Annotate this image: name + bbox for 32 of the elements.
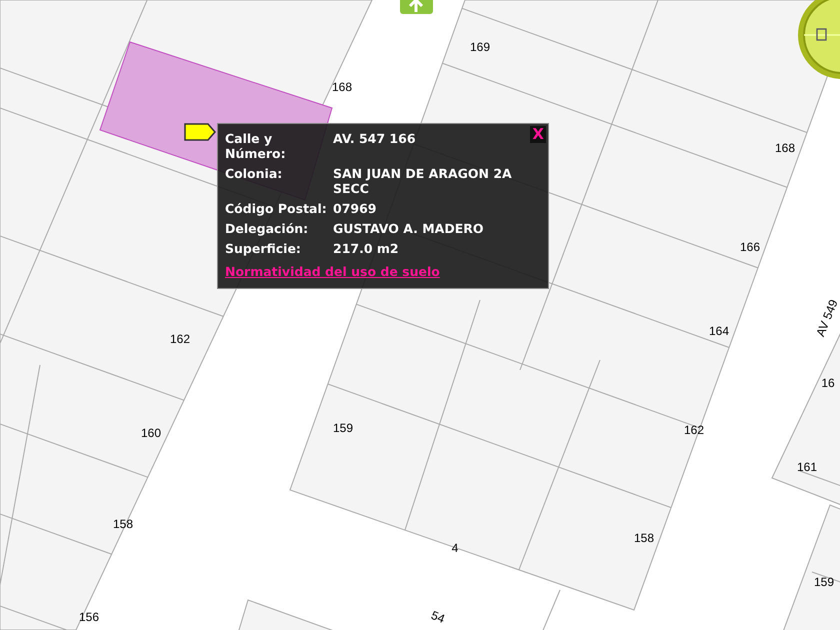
field-label: Delegación: — [225, 221, 310, 236]
field-value: 217.0 m2 — [333, 241, 399, 256]
parcel-number: 169 — [470, 40, 490, 54]
parcel-number: 16 — [821, 376, 835, 390]
parcel-number: 158 — [112, 517, 134, 531]
land-use-link[interactable]: Normatividad del uso de suelo — [225, 264, 440, 279]
field-value: 07969 — [333, 201, 376, 216]
parcel-number: 160 — [140, 426, 162, 440]
parcel-number: 158 — [634, 531, 654, 545]
marker-icon — [184, 123, 216, 141]
field-value: SAN JUAN DE ARAGON 2A SECC — [333, 166, 513, 196]
parcel-number: 162 — [170, 332, 190, 346]
parcel-number: AV 549 — [813, 298, 840, 338]
parcel-number: 159 — [814, 575, 834, 589]
field-label: Colonia: — [225, 166, 284, 183]
close-button[interactable]: X — [530, 126, 546, 143]
field-label: Código Postal: — [225, 201, 328, 216]
parcel-number: 164 — [708, 324, 730, 338]
field-value: GUSTAVO A. MADERO — [333, 221, 484, 236]
parcel-number: 168 — [774, 141, 796, 155]
parcel-number: 156 — [78, 610, 100, 624]
parcel-number: 4 — [452, 541, 458, 555]
field-label: Calle y Número: — [225, 131, 287, 161]
field-label: Superficie: — [225, 241, 302, 256]
parcel-number: 168 — [332, 80, 352, 94]
parcel-number: 166 — [740, 240, 760, 254]
field-value: AV. 547 166 — [333, 131, 416, 148]
parcel-number: 161 — [796, 460, 818, 474]
parcel-number: 54 — [429, 608, 447, 626]
parcel-number: 159 — [332, 421, 354, 435]
navigation-compass-icon[interactable] — [798, 0, 840, 79]
parcel-number: 162 — [684, 423, 704, 437]
